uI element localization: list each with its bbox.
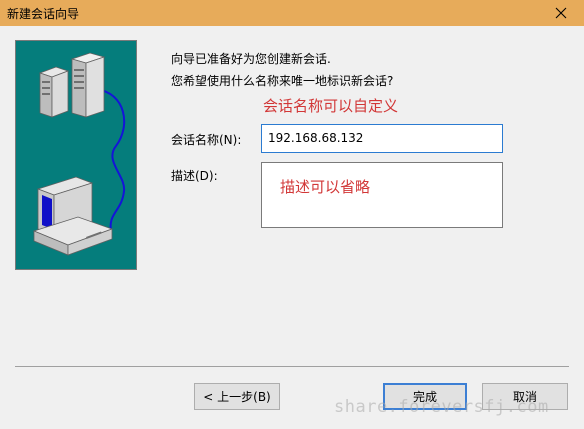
close-icon: [555, 7, 567, 19]
computer-icon: [32, 176, 114, 256]
back-button[interactable]: < 上一步(B): [194, 383, 280, 410]
session-name-label: 会话名称(N):: [171, 133, 242, 147]
title-bar: 新建会话向导: [0, 0, 584, 26]
close-button[interactable]: [538, 0, 584, 26]
name-annotation: 会话名称可以自定义: [263, 97, 399, 115]
footer-divider: [15, 366, 569, 367]
network-illustration: [32, 52, 126, 256]
wizard-illustration: [15, 40, 137, 270]
description-label: 描述(D):: [171, 169, 218, 183]
wizard-ready-text: 向导已准备好为您创建新会话.: [171, 52, 331, 66]
new-session-wizard-window: 新建会话向导 向导已准备好为您创建新会话. 您希望使用什么名称来唯一地标识新会话…: [0, 0, 584, 429]
watermark: share.foreversfj.com: [334, 397, 549, 417]
server-icon: [38, 52, 106, 118]
session-name-input[interactable]: 192.168.68.132: [261, 124, 503, 153]
description-annotation: 描述可以省略: [280, 178, 371, 196]
window-title: 新建会话向导: [7, 7, 80, 21]
wizard-prompt-text: 您希望使用什么名称来唯一地标识新会话?: [171, 74, 394, 88]
